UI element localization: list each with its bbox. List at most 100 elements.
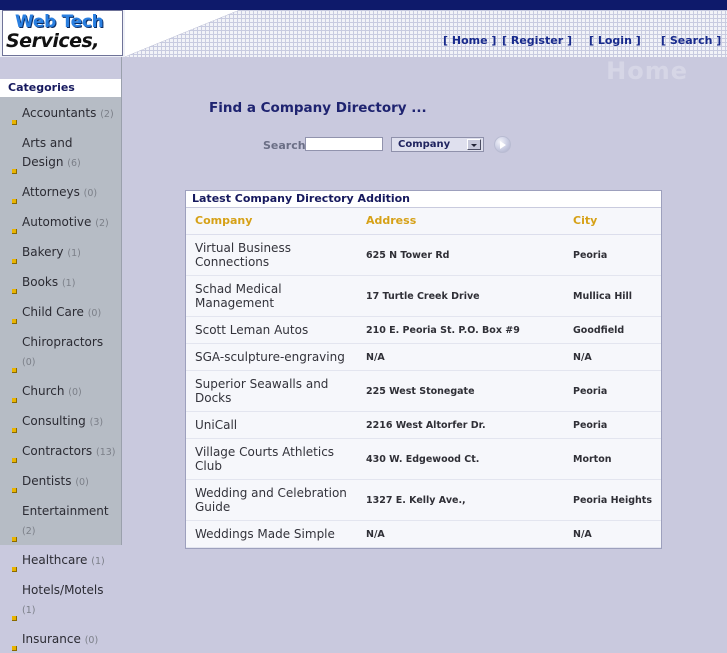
page-root: Web Tech Services, Inc. [ Home ] [ Regis… [0, 0, 727, 651]
sidebar-item-count: (6) [67, 158, 81, 169]
search-go-button[interactable] [494, 136, 511, 153]
sidebar-item-link[interactable]: Dentists (0) [22, 474, 89, 488]
cell-address: 1327 E. Kelly Ave., [357, 479, 564, 521]
sidebar-item-label: Entertainment [22, 504, 109, 518]
sidebar-item-link[interactable]: Consulting (3) [22, 414, 103, 428]
sidebar-item-link[interactable]: Hotels/Motels (1) [22, 583, 103, 616]
sidebar-item-link[interactable]: Insurance (0) [22, 632, 98, 646]
nav-link-search[interactable]: [ Search ] [661, 34, 721, 47]
sidebar-item-label: Church [22, 384, 65, 398]
table-row[interactable]: Village Courts Athletics Club 430 W. Edge… [186, 438, 661, 480]
table-row[interactable]: SGA-sculpture-engraving N/A N/A [186, 343, 661, 371]
sidebar-item-link[interactable]: Church (0) [22, 384, 82, 398]
sidebar-item-link[interactable]: Healthcare (1) [22, 553, 105, 567]
sidebar-item[interactable]: Contractors (13) [0, 435, 121, 465]
sidebar-item-link[interactable]: Books (1) [22, 275, 75, 289]
sidebar-item[interactable]: Consulting (3) [0, 405, 121, 435]
sidebar-item-count: (1) [91, 556, 105, 567]
sidebar-item[interactable]: Chiropractors (0) [0, 326, 121, 375]
sidebar-item-label: Insurance [22, 632, 81, 646]
sidebar-item[interactable]: Automotive (2) [0, 206, 121, 236]
sidebar-item[interactable]: Healthcare (1) [0, 544, 121, 574]
sidebar-item-link[interactable]: Accountants (2) [22, 106, 114, 120]
nav-link-register[interactable]: [ Register ] [502, 34, 572, 47]
cell-city: Peoria [564, 370, 661, 412]
sidebar-item[interactable]: Insurance (0) [0, 623, 121, 653]
sidebar-item-count: (1) [22, 605, 36, 616]
sidebar-item[interactable]: Dentists (0) [0, 465, 121, 495]
cell-company[interactable]: Virtual Business Connections [186, 234, 357, 276]
cell-company[interactable]: UniCall [186, 411, 357, 439]
sidebar-item[interactable]: Accountants (2) [0, 97, 121, 127]
sidebar-item-label: Child Care [22, 305, 84, 319]
directory-table-body: Virtual Business Connections 625 N Tower … [186, 234, 661, 548]
cell-address: 430 W. Edgewood Ct. [357, 438, 564, 480]
sidebar-item-link[interactable]: Bakery (1) [22, 245, 81, 259]
sidebar-item-link[interactable]: Contractors (13) [22, 444, 116, 458]
sidebar-item[interactable]: Attorneys (0) [0, 176, 121, 206]
sidebar-item-link[interactable]: Arts and Design (6) [22, 136, 81, 169]
table-row[interactable]: UniCall 2216 West Altorfer Dr. Peoria [186, 411, 661, 439]
sidebar-category-list: Accountants (2) Arts and Design (6) Attorn… [0, 97, 121, 653]
search-scope-value: Company [398, 139, 451, 150]
sidebar-item-label: Dentists [22, 474, 72, 488]
sidebar-item-count: (13) [95, 447, 116, 458]
sidebar-item-link[interactable]: Automotive (2) [22, 215, 109, 229]
sidebar-item[interactable]: Hotels/Motels (1) [0, 574, 121, 623]
sidebar-item-link[interactable]: Chiropractors (0) [22, 335, 103, 368]
sidebar-item[interactable]: Child Care (0) [0, 296, 121, 326]
sidebar-item-count: (0) [68, 387, 82, 398]
sidebar-item-count: (1) [61, 278, 76, 289]
table-row[interactable]: Schad Medical Management 17 Turtle Creek … [186, 275, 661, 317]
search-input[interactable] [305, 137, 383, 151]
site-logo[interactable]: Web Tech Services, Inc. [2, 10, 123, 56]
bullet-icon [12, 488, 17, 493]
sidebar-item[interactable]: Books (1) [0, 266, 121, 296]
search-label: Search [263, 139, 306, 152]
sidebar-item[interactable]: Church (0) [0, 375, 121, 405]
cell-company[interactable]: Schad Medical Management [186, 275, 357, 317]
table-row[interactable]: Wedding and Celebration Guide 1327 E. Kel… [186, 479, 661, 521]
search-scope-select[interactable]: Company [391, 137, 484, 152]
sidebar-item-link[interactable]: Attorneys (0) [22, 185, 97, 199]
top-navy-bar [0, 0, 727, 10]
bullet-icon [12, 458, 17, 463]
sidebar-item-link[interactable]: Child Care (0) [22, 305, 101, 319]
table-row[interactable]: Scott Leman Autos 210 E. Peoria St. P.O. … [186, 316, 661, 344]
sidebar-item-link[interactable]: Entertainment (2) [22, 504, 109, 537]
body-region: Categories Accountants (2) Arts and Desig… [0, 57, 727, 651]
cell-company[interactable]: Wedding and Celebration Guide [186, 479, 357, 521]
column-header-address[interactable]: Address [357, 208, 564, 235]
cell-address: 2216 West Altorfer Dr. [357, 411, 564, 439]
nav-link-login[interactable]: [ Login ] [589, 34, 641, 47]
cell-company[interactable]: Scott Leman Autos [186, 316, 357, 344]
chevron-down-icon[interactable] [467, 139, 481, 150]
sidebar-item-label: Accountants [22, 106, 97, 120]
find-directory-heading: Find a Company Directory ... [209, 100, 427, 116]
bullet-icon [12, 537, 17, 542]
sidebar-item[interactable]: Bakery (1) [0, 236, 121, 266]
column-header-city[interactable]: City [564, 208, 661, 235]
bullet-icon [12, 368, 17, 373]
table-row[interactable]: Virtual Business Connections 625 N Tower … [186, 234, 661, 276]
table-row[interactable]: Weddings Made Simple N/A N/A [186, 520, 661, 548]
cell-city: Peoria Heights [564, 479, 661, 521]
table-row[interactable]: Superior Seawalls and Docks 225 West Ston… [186, 370, 661, 412]
logo-line-1: Web Tech [15, 12, 104, 32]
sidebar: Categories Accountants (2) Arts and Desig… [0, 57, 122, 651]
sidebar-item-label: Arts and Design [22, 136, 73, 169]
sidebar-item-label: Attorneys [22, 185, 80, 199]
sidebar-item[interactable]: Arts and Design (6) [0, 127, 121, 176]
nav-link-home[interactable]: [ Home ] [443, 34, 496, 47]
sidebar-item[interactable]: Entertainment (2) [0, 495, 121, 544]
cell-company[interactable]: Village Courts Athletics Club [186, 438, 357, 480]
cell-address: 225 West Stonegate [357, 370, 564, 412]
column-header-company[interactable]: Company [186, 208, 357, 235]
cell-company[interactable]: Weddings Made Simple [186, 520, 357, 548]
bullet-icon [12, 259, 17, 264]
sidebar-item-label: Contractors [22, 444, 93, 458]
bullet-icon [12, 120, 17, 125]
sidebar-item-count: (0) [84, 635, 99, 646]
cell-company[interactable]: SGA-sculpture-engraving [186, 343, 357, 371]
cell-company[interactable]: Superior Seawalls and Docks [186, 370, 357, 412]
